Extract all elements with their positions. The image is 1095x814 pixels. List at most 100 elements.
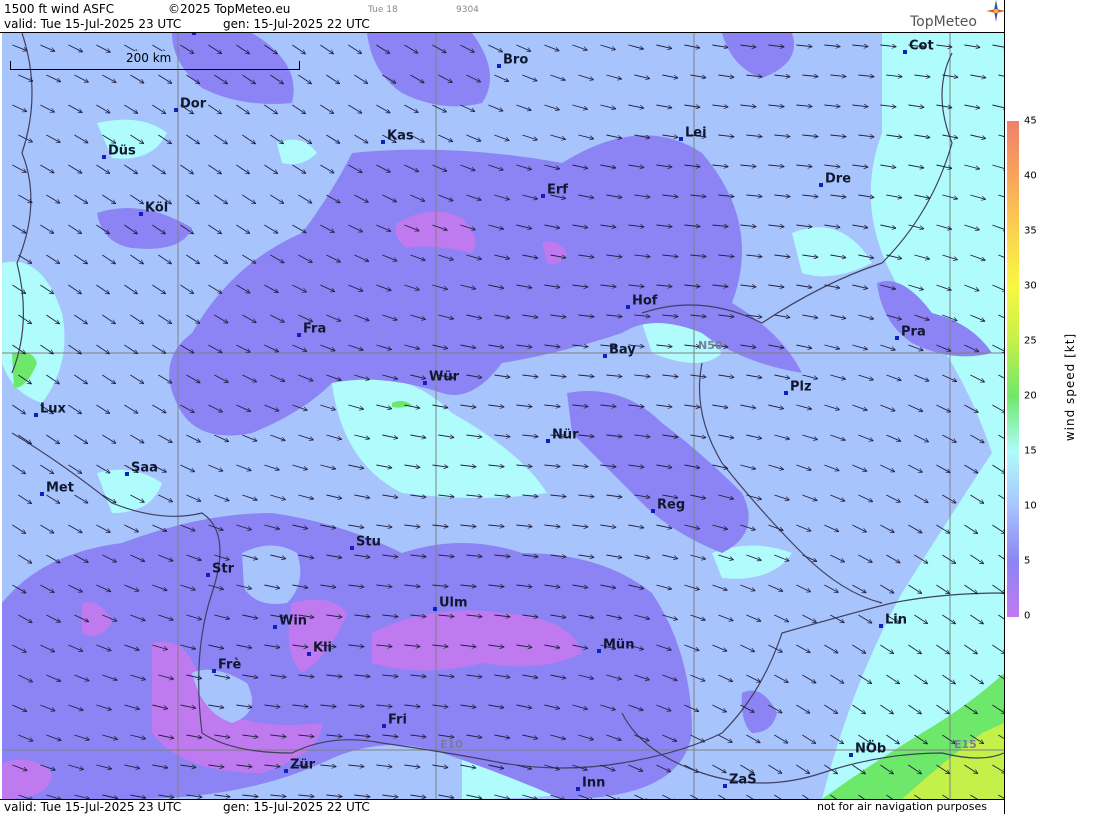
frame-divider [1004,0,1005,814]
wind-map[interactable]: 200 km N50 E10 E15 Man Bro Cot Dor Kas Lei Düs… [2,33,1004,799]
city-label: Mün [603,637,635,653]
legend-tick-label: 10 [1024,500,1037,512]
legend-tick-label: 20 [1024,390,1037,402]
city-label: Plz [790,379,812,395]
city-marker [546,439,550,443]
city-marker [34,413,38,417]
city-marker [849,753,853,757]
city-marker [626,305,630,309]
lon-label-e10: E10 [440,738,463,751]
compass-icon [986,0,1006,22]
city-label: Erf [547,182,568,198]
city-label: Saa [131,460,158,476]
city-marker [297,333,301,337]
city-marker [382,724,386,728]
legend-tick-label: 0 [1024,610,1031,622]
city-label: Dre [825,171,852,187]
legend-tick-label: 25 [1024,335,1037,347]
city-marker [903,50,907,54]
legend-tick-label: 5 [1024,555,1031,567]
wind-field [2,33,1004,799]
brand-label: TopMeteo [910,14,977,30]
city-label: Kli [313,640,332,656]
city-marker [174,108,178,112]
valid-time-header: valid: Tue 15-Jul-2025 23 UTC [4,17,182,31]
city-label: Cot [909,38,934,54]
city-label: Kas [387,128,414,144]
city-marker [423,381,427,385]
city-label: Met [46,480,74,496]
city-marker [679,137,683,141]
product-title: 1500 ft wind ASFC [4,2,115,16]
copyright-label: ©2025 TopMeteo.eu [168,2,291,16]
city-label: Bay [609,342,636,358]
city-marker [284,769,288,773]
city-marker [125,472,129,476]
city-label: Lin [885,612,907,628]
city-label: Win [279,613,308,629]
day-label: Tue 18 [368,5,398,15]
city-marker [40,492,44,496]
city-marker [576,787,580,791]
legend-segment [1007,451,1019,507]
city-marker [350,546,354,550]
topmeteo-logo[interactable]: TopMeteo [910,0,1006,30]
legend-segment [1007,176,1019,232]
city-marker [541,194,545,198]
city-label: Ulm [439,595,468,611]
wind-speed-legend [1007,121,1019,617]
city-marker [895,336,899,340]
legend-title: wind speed [kt] [1063,332,1077,442]
legend-segment [1007,506,1019,562]
city-label: ZaS [729,772,757,788]
legend-tick-label: 40 [1024,170,1037,182]
valid-time-footer: valid: Tue 15-Jul-2025 23 UTC [4,800,182,814]
city-label: Dor [180,96,207,112]
city-label: Frè [218,657,242,673]
legend-segment [1007,561,1019,617]
air-navigation-notice: not for air navigation purposes [817,800,987,813]
gen-time-footer: gen: 15-Jul-2025 22 UTC [223,800,370,814]
legend-tick-label: 35 [1024,225,1037,237]
city-label: Köl [145,200,169,216]
lon-label-e15: E15 [954,738,977,751]
code-label: 9304 [456,5,479,15]
legend-tick-label: 15 [1024,445,1037,457]
scale-bar-label: 200 km [126,51,172,65]
city-label: Man [198,33,229,35]
city-marker [273,625,277,629]
legend-segment [1007,341,1019,397]
city-label: NÖb [855,741,887,757]
legend-segment [1007,286,1019,342]
city-label: Reg [657,497,686,513]
city-label: Lei [685,125,707,141]
legend-segment [1007,121,1019,177]
city-label: Inn [582,775,606,791]
city-marker [192,33,196,35]
city-label: Stu [356,534,381,550]
city-marker [879,624,883,628]
city-marker [597,649,601,653]
city-marker [206,573,210,577]
city-marker [307,652,311,656]
legend-tick-label: 45 [1024,115,1037,127]
city-marker [497,64,501,68]
city-label: Bro [503,52,529,68]
city-marker [139,212,143,216]
city-label: Str [212,561,234,577]
frame-top [0,32,1004,33]
lat-label-n50: N50 [698,339,723,352]
gen-time-header: gen: 15-Jul-2025 22 UTC [223,17,370,31]
city-label: Düs [108,143,136,159]
city-marker [102,155,106,159]
city-label: Hof [632,293,658,309]
city-label: Nür [552,427,579,443]
city-label: Zür [290,757,316,773]
legend-segment [1007,231,1019,287]
city-label: Fri [388,712,407,728]
legend-segment [1007,396,1019,452]
city-marker [819,183,823,187]
city-label: Wür [429,369,460,385]
city-marker [603,354,607,358]
city-label: Lux [40,401,66,417]
